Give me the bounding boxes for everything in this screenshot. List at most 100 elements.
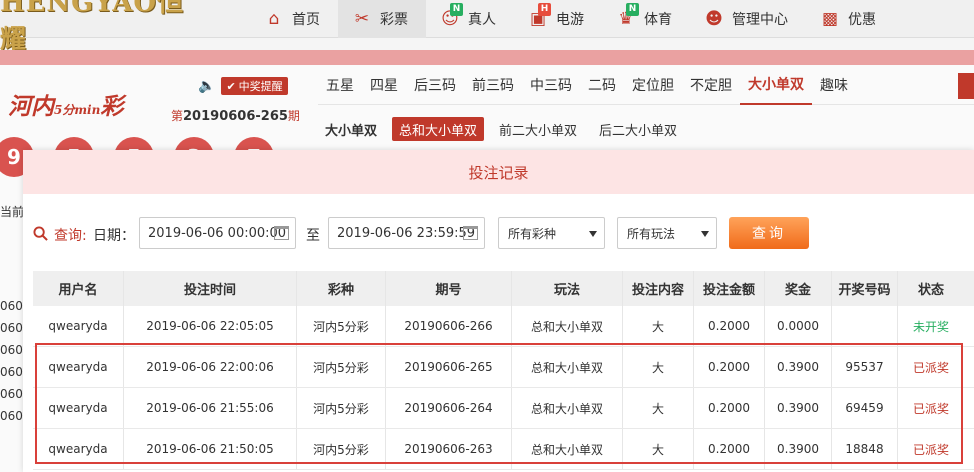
table-cell: 2019-06-06 21:55:06 [124, 388, 297, 428]
table-cell: 2019-06-06 21:50:05 [124, 429, 297, 469]
nav-item-label: 管理中心 [732, 12, 788, 28]
end-date-input[interactable]: 2019-06-06 23:59:59 [328, 217, 485, 249]
table-cell: 大 [623, 429, 694, 469]
check-icon: ✔ [226, 80, 236, 93]
column-header: 奖金 [765, 271, 832, 306]
table-row: qwearyda 2019-06-06 22:05:05 河内5分彩 20190606… [33, 306, 974, 347]
lottery-type-select[interactable]: 所有彩种 [498, 217, 605, 249]
table-cell: 总和大小单双 [512, 429, 623, 469]
side-panel-button[interactable] [958, 73, 974, 99]
table-cell: 2019-06-06 22:05:05 [124, 306, 297, 346]
play-tab[interactable]: 四星 [362, 65, 406, 105]
play-tab[interactable]: 五星 [318, 65, 362, 105]
table-cell: qwearyda [33, 388, 124, 428]
nav-item[interactable]: ▩ 优惠 [806, 0, 894, 38]
bet-record-modal: 投注记录 查询: 日期： 2019-06-06 00:00:00 至 2019-… [23, 150, 974, 472]
history-issue-fragment: 060 [0, 387, 23, 401]
query-label: 查询: [54, 228, 87, 244]
nav-item-label: 电游 [556, 12, 584, 28]
play-tab[interactable]: 定位胆 [624, 65, 682, 105]
nav-item[interactable]: ♛ 体育 N [602, 0, 690, 38]
table-cell: 0.2000 [694, 306, 765, 346]
table-cell: 大 [623, 306, 694, 346]
column-header: 玩法 [512, 271, 623, 306]
table-cell: qwearyda [33, 429, 124, 469]
table-cell: qwearyda [33, 306, 124, 346]
table-cell: 未开奖 [912, 319, 949, 334]
search-form: 查询: 日期： 2019-06-06 00:00:00 至 2019-06-06… [23, 216, 974, 250]
table-cell: 0.3900 [765, 388, 832, 428]
sub-play-tabs: 大小单双 总和大小单双 前二大小单双 后二大小单双 [318, 117, 692, 141]
bet-record-table: 用户名 投注时间 彩种 期号 玩法 投注内容 投注金额 奖金 开奖号码 状态 qwearyda 201… [33, 271, 974, 470]
nav-item-label: 真人 [468, 12, 496, 28]
column-header: 状态 [917, 283, 944, 298]
lottery-logo: 河内5分min彩 [8, 93, 124, 120]
table-cell: 0.3900 [765, 429, 832, 469]
table-row: qwearyda 2019-06-06 21:50:05 河内5分彩 20190606… [33, 429, 974, 470]
play-type-select[interactable]: 所有玩法 [617, 217, 717, 249]
table-cell: 0.2000 [694, 429, 765, 469]
calendar-icon[interactable] [274, 226, 289, 240]
play-tab[interactable]: 中三码 [522, 65, 580, 105]
issue-label: 第20190606-265期 [171, 109, 300, 124]
top-navigation-bar: HENGYAO恒耀 ⌂ 首页 ✂ 彩票 ☺ 真人 N ▣ 电游 H ♛ 体育 N ☻ 管理中心 ▩ 优惠 [0, 0, 974, 55]
sub-play-tab[interactable]: 大小单双 [318, 117, 384, 141]
nav-item[interactable]: ✂ 彩票 [338, 0, 426, 38]
sub-play-tab[interactable]: 后二大小单双 [592, 117, 684, 141]
dropdown-arrow-icon [701, 231, 709, 237]
column-header: 彩种 [297, 271, 386, 306]
nav-item[interactable]: ⌂ 首页 [250, 0, 338, 38]
win-alert-toggle[interactable]: ✔ 中奖提醒 [221, 77, 288, 95]
header-divider [0, 50, 974, 65]
column-header: 用户名 [33, 271, 124, 306]
column-header: 期号 [386, 271, 512, 306]
history-issue-fragment: 060 [0, 343, 23, 357]
table-cell: 已派奖 [912, 401, 949, 416]
play-tab[interactable]: 二码 [580, 65, 624, 105]
play-tab[interactable]: 趣味 [812, 65, 856, 105]
nav-item[interactable]: ☻ 管理中心 [690, 0, 806, 38]
to-label: 至 [306, 228, 320, 244]
speaker-icon: 🔈 [198, 78, 216, 94]
modal-title: 投注记录 [23, 150, 974, 194]
table-cell: 20190606-265 [386, 347, 512, 387]
query-button[interactable]: 查询 [729, 217, 809, 249]
table-cell: 0.2000 [694, 347, 765, 387]
table-cell: 20190606-266 [386, 306, 512, 346]
column-header: 开奖号码 [832, 271, 898, 306]
table-header-row: 用户名 投注时间 彩种 期号 玩法 投注内容 投注金额 奖金 开奖号码 状态 [33, 271, 974, 306]
win-alert[interactable]: 🔈 ✔ 中奖提醒 [198, 77, 288, 95]
date-label: 日期： [93, 228, 135, 244]
table-row: qwearyda 2019-06-06 22:00:06 河内5分彩 20190606… [33, 347, 974, 388]
play-tab[interactable]: 不定胆 [682, 65, 740, 105]
nav-item[interactable]: ☺ 真人 N [426, 0, 514, 38]
table-cell: 总和大小单双 [512, 347, 623, 387]
table-cell: 18848 [832, 429, 898, 469]
table-cell [832, 306, 898, 346]
table-cell: 河内5分彩 [297, 429, 386, 469]
site-logo[interactable]: HENGYAO恒耀 [0, 0, 210, 55]
table-cell: 0.3900 [765, 347, 832, 387]
sub-play-tab[interactable]: 前二大小单双 [492, 117, 584, 141]
nav-badge: N [450, 3, 463, 16]
table-row: qwearyda 2019-06-06 21:55:06 河内5分彩 20190606… [33, 388, 974, 429]
play-tab[interactable]: 大小单双 [740, 65, 812, 105]
gift-icon: ▩ [821, 9, 839, 29]
nav-badge: H [538, 3, 551, 16]
play-tab[interactable]: 前三码 [464, 65, 522, 105]
users-icon: ☻ [705, 9, 723, 29]
table-cell: 20190606-263 [386, 429, 512, 469]
play-tab[interactable]: 后三码 [406, 65, 464, 105]
sub-play-tab[interactable]: 总和大小单双 [392, 117, 485, 141]
table-cell: 95537 [832, 347, 898, 387]
table-cell: 0.2000 [694, 388, 765, 428]
current-label: 当前 [0, 205, 25, 219]
play-type-tabs: 五星 四星 后三码 前三码 中三码 二码 定位胆 不定胆 大小单双 趣味 [318, 65, 974, 105]
calendar-icon[interactable] [463, 226, 478, 240]
start-date-input[interactable]: 2019-06-06 00:00:00 [139, 217, 296, 249]
table-cell: 0.0000 [765, 306, 832, 346]
home-icon: ⌂ [268, 9, 280, 29]
dropdown-arrow-icon [589, 231, 597, 237]
nav-badge: N [626, 3, 639, 16]
nav-item[interactable]: ▣ 电游 H [514, 0, 602, 38]
